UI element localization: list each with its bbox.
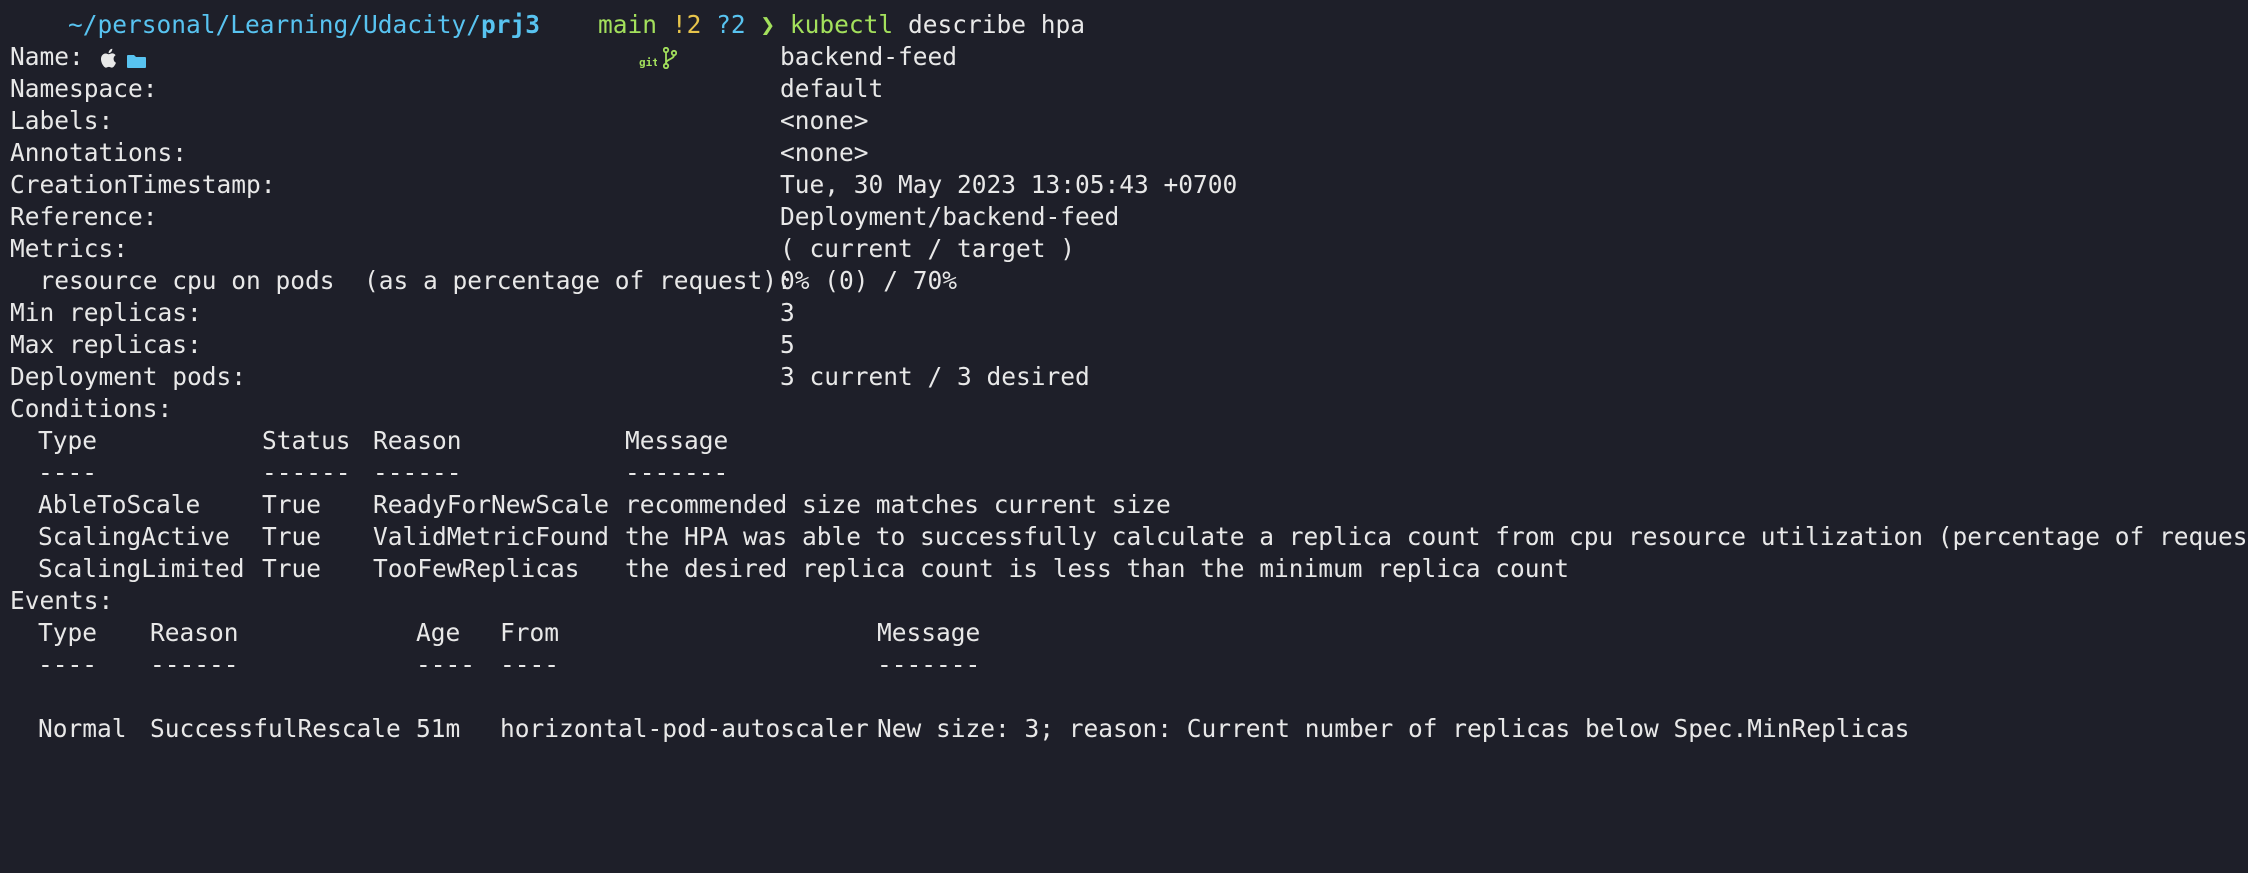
field-row: Reference: Deployment/backend-feed <box>10 201 2240 233</box>
field-value: <none> <box>780 106 869 135</box>
condition-row: ScalingLimited True TooFewReplicas the desi… <box>10 553 2240 585</box>
field-value: 0% (0) / 70% <box>780 266 958 295</box>
field-row: Name: backend-feed <box>10 41 2240 73</box>
condition-reason: TooFewReplicas <box>373 554 580 583</box>
field-key: Max replicas: <box>10 330 202 359</box>
prompt-command: kubectl <box>789 10 894 39</box>
conditions-underline: ---- ------ ------ ------- <box>38 458 729 487</box>
condition-status: True <box>262 490 322 519</box>
field-row: Annotations: <none> <box>10 137 2240 169</box>
conditions-rows: AbleToScale True ReadyForNewScale recommend… <box>10 489 2248 585</box>
prompt-modified: !2 <box>671 10 702 39</box>
event-row: Normal SuccessfulRescale 51m horizontal-pod… <box>10 713 2240 745</box>
field-value: 3 <box>780 298 795 327</box>
field-key: resource cpu on pods (as a percentage of… <box>10 266 792 295</box>
condition-reason: ValidMetricFound <box>373 522 610 551</box>
prompt-branch: main <box>598 10 658 39</box>
conditions-header-message: Message <box>625 426 729 455</box>
events-rows: Normal SuccessfulRescale 51m horizontal-pod… <box>10 713 2240 745</box>
events-header-message: Message <box>877 618 981 647</box>
condition-type: ScalingActive <box>38 522 230 551</box>
condition-row: AbleToScale True ReadyForNewScale recommend… <box>10 489 2240 521</box>
terminal-output[interactable]: ~/personal/Learning/Udacity/ prj3 git ma… <box>10 9 2248 745</box>
field-row: Min replicas: 3 <box>10 297 2240 329</box>
field-value: 3 current / 3 desired <box>780 362 1090 391</box>
field-key: Annotations: <box>10 138 188 167</box>
apple-icon <box>10 13 116 68</box>
prompt-args: describe hpa <box>907 10 1085 39</box>
field-value: ( current / target ) <box>780 234 1076 263</box>
field-value: default <box>780 74 884 103</box>
field-row: Labels: <none> <box>10 105 2240 137</box>
field-key: Metrics: <box>10 234 129 263</box>
prompt-untracked: ?2 <box>716 10 746 39</box>
condition-row: ScalingActive True ValidMetricFound the HPA… <box>10 521 2248 553</box>
events-underline: ---- ------ ---- ---- ------- <box>38 650 981 679</box>
folder-icon <box>38 13 146 68</box>
field-row: Max replicas: 5 <box>10 329 2240 361</box>
field-value: <none> <box>780 138 869 167</box>
condition-message: the HPA was able to successfully calcula… <box>625 522 2248 551</box>
git-icon: git <box>550 13 659 69</box>
conditions-header: Type Status Reason Message <box>10 425 2240 457</box>
condition-status: True <box>262 522 322 551</box>
condition-message: the desired replica count is less than t… <box>625 554 1570 583</box>
field-row: Namespace: default <box>10 73 2240 105</box>
event-type: Normal <box>38 714 127 743</box>
field-row: CreationTimestamp: Tue, 30 May 2023 13:05… <box>10 169 2240 201</box>
condition-message: recommended size matches current size <box>625 490 1171 519</box>
event-message: New size: 3; reason: Current number of r… <box>877 714 1910 743</box>
events-header-from: From <box>500 618 560 647</box>
events-header-type: Type <box>38 618 98 647</box>
event-from: horizontal-pod-autoscaler <box>500 714 869 743</box>
field-key: Name: <box>10 42 84 71</box>
field-key: Namespace: <box>10 74 158 103</box>
conditions-title: Conditions: <box>10 394 173 423</box>
prompt-arrow: ❯ <box>760 10 776 39</box>
field-key: CreationTimestamp: <box>10 170 276 199</box>
field-row: Metrics: ( current / target ) <box>10 233 2240 265</box>
events-header-age: Age <box>416 618 461 647</box>
conditions-header-type: Type <box>38 426 98 455</box>
event-age: 51m <box>416 714 461 743</box>
field-value: Tue, 30 May 2023 13:05:43 +0700 <box>780 170 1238 199</box>
prompt-path: ~/personal/Learning/Udacity/ <box>68 10 482 39</box>
hpa-fields: Name: backend-feed Namespace: default Labels… <box>10 41 2240 393</box>
prompt-cwd: prj3 <box>481 10 541 39</box>
condition-status: True <box>262 554 322 583</box>
events-header-reason: Reason <box>150 618 239 647</box>
field-row: resource cpu on pods (as a percentage of… <box>10 265 2240 297</box>
event-reason: SuccessfulRescale <box>150 714 401 743</box>
field-value: Deployment/backend-feed <box>780 202 1120 231</box>
field-key: Labels: <box>10 106 114 135</box>
events-title: Events: <box>10 586 114 615</box>
field-row: Deployment pods: 3 current / 3 desired <box>10 361 2240 393</box>
field-key: Deployment pods: <box>10 362 247 391</box>
branch-icon <box>574 13 677 70</box>
condition-type: AbleToScale <box>38 490 201 519</box>
conditions-header-status: Status <box>262 426 351 455</box>
field-key: Min replicas: <box>10 298 202 327</box>
condition-type: ScalingLimited <box>38 554 245 583</box>
condition-reason: ReadyForNewScale <box>373 490 610 519</box>
field-value: backend-feed <box>780 42 958 71</box>
conditions-header-reason: Reason <box>373 426 462 455</box>
field-key: Reference: <box>10 202 158 231</box>
prompt-line: ~/personal/Learning/Udacity/ prj3 git ma… <box>10 9 2240 70</box>
field-value: 5 <box>780 330 795 359</box>
events-header: Type Reason Age From Message <box>10 617 2240 649</box>
